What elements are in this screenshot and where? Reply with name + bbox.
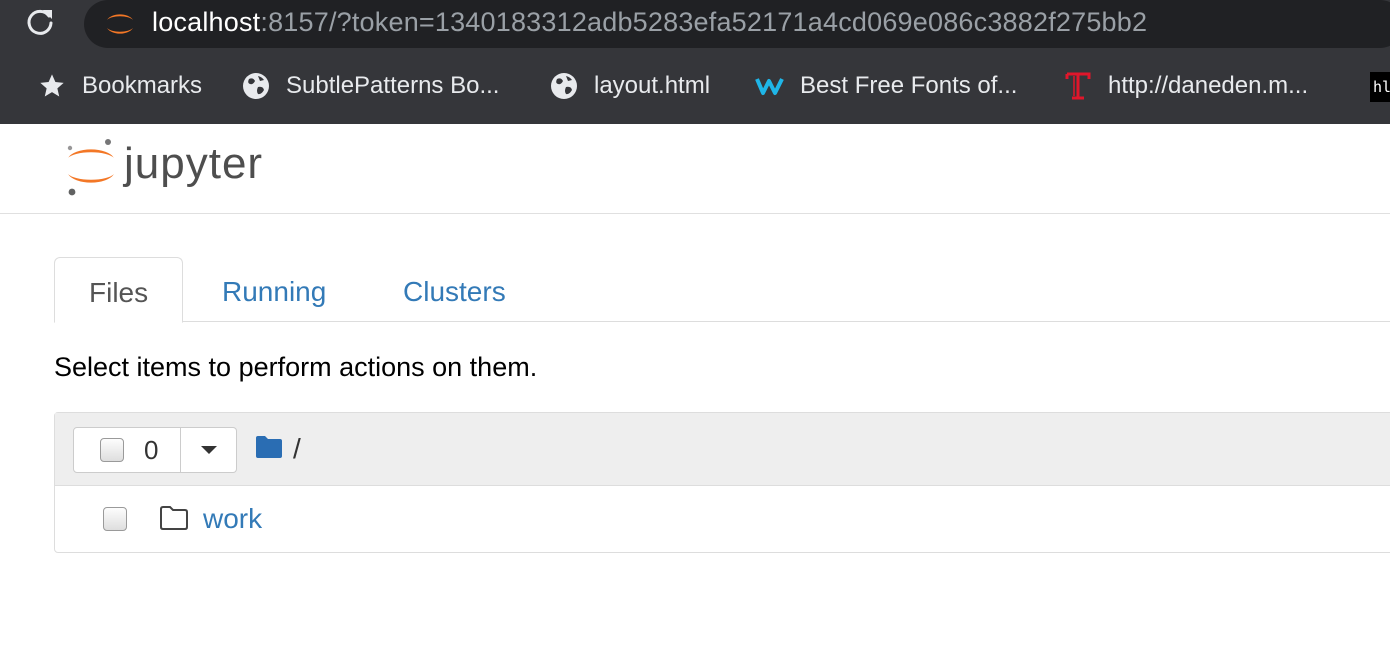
page-header: jupyter: [0, 124, 1390, 214]
bookmark-subtlepatterns[interactable]: SubtlePatterns Bo...: [240, 62, 499, 110]
selected-count: 0: [144, 434, 159, 465]
jupyter-favicon-icon: [104, 8, 136, 40]
select-all-group: 0: [73, 427, 237, 473]
bookmarks-edge-marker: ⁞: [0, 76, 4, 96]
w-logo-icon: [754, 70, 786, 102]
browser-chrome: localhost:8157/?token=1340183312adb5283e…: [0, 0, 1390, 124]
address-bar[interactable]: localhost:8157/?token=1340183312adb5283e…: [84, 0, 1390, 48]
globe-icon: [240, 70, 272, 102]
breadcrumb: /: [255, 433, 301, 465]
globe-icon: [548, 70, 580, 102]
jupyter-page: jupyter Files Running Clusters Select it…: [0, 124, 1390, 646]
caret-down-icon: [200, 446, 217, 454]
select-dropdown-button[interactable]: [181, 427, 237, 473]
reload-icon[interactable]: [24, 6, 56, 38]
jupyter-logo[interactable]: jupyter: [64, 136, 304, 200]
star-icon: [36, 70, 68, 102]
item-checkbox[interactable]: [103, 507, 127, 531]
select-all-button[interactable]: 0: [73, 427, 181, 473]
bookmark-label: SubtlePatterns Bo...: [286, 72, 500, 99]
folder-outline-icon: [159, 505, 191, 533]
toolbar: localhost:8157/?token=1340183312adb5283e…: [0, 0, 1390, 48]
bookmark-bookmarks[interactable]: Bookmarks: [36, 62, 202, 110]
url-text[interactable]: localhost:8157/?token=1340183312adb5283e…: [152, 6, 1147, 38]
list-item[interactable]: work: [55, 487, 1390, 553]
folder-solid-icon[interactable]: [255, 435, 283, 464]
item-name-link[interactable]: work: [203, 503, 262, 535]
jupyter-logo-icon: [67, 139, 114, 196]
tab-files[interactable]: Files: [54, 257, 184, 323]
tab-bar: Files Running Clusters: [54, 257, 1390, 323]
bookmarks-bar: ⁞ Bookmarks SubtlePatterns Bo...: [0, 62, 1390, 110]
bookmark-label: http://daneden.m...: [1108, 72, 1309, 99]
bookmark-label: Bookmarks: [82, 72, 203, 99]
file-list: 0 / work: [54, 412, 1390, 553]
bookmark-label: layout.html: [594, 72, 711, 99]
bookmark-layout-html[interactable]: layout.html: [548, 62, 710, 110]
url-path: :8157/?token=1340183312adb5283efa52171a4…: [260, 7, 1148, 37]
bookmark-label: Best Free Fonts of...: [800, 72, 1018, 99]
select-all-checkbox[interactable]: [100, 438, 124, 462]
tab-clusters[interactable]: Clusters: [369, 257, 540, 322]
tab-running[interactable]: Running: [188, 257, 360, 322]
selection-hint: Select items to perform actions on them.: [54, 352, 538, 382]
jupyter-logo-text: jupyter: [124, 139, 264, 188]
t-logo-icon: [1062, 70, 1094, 102]
url-host: localhost: [152, 7, 261, 37]
bookmark-best-free-fonts[interactable]: Best Free Fonts of...: [754, 62, 1017, 110]
breadcrumb-root[interactable]: /: [293, 433, 301, 465]
file-list-header: 0 /: [55, 413, 1390, 486]
bookmark-overflow-icon[interactable]: hl: [1370, 72, 1390, 102]
bookmark-daneden[interactable]: http://daneden.m...: [1062, 62, 1308, 110]
